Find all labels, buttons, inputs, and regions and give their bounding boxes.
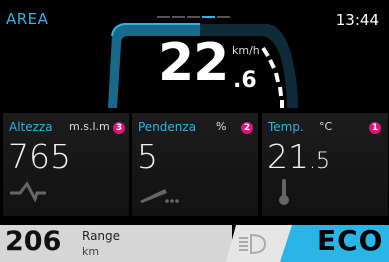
riding-mode[interactable]: ECO	[317, 227, 383, 255]
speed-unit: km/h	[232, 44, 260, 57]
temperature-value: 21.5	[267, 140, 330, 173]
altitude-badge: 3	[113, 122, 125, 134]
temperature-label: Temp.	[268, 120, 304, 134]
headlight-icon[interactable]	[237, 232, 269, 256]
speed-tick-marks	[261, 46, 284, 108]
slope-card[interactable]: Pendenza % 2 5	[132, 113, 258, 216]
slope-badge: 2	[241, 122, 253, 134]
temperature-badge: 1	[369, 122, 381, 134]
range-unit: km	[82, 245, 100, 258]
slope-icon	[140, 189, 179, 203]
range-label: Range	[82, 229, 121, 243]
altitude-label: Altezza	[9, 120, 53, 134]
altitude-unit: m.s.l.m	[69, 120, 110, 133]
altitude-value: 765	[8, 137, 71, 176]
speed-value: 22	[158, 33, 229, 93]
temperature-unit: °C	[319, 120, 333, 133]
temperature-value-int: 21	[267, 137, 309, 176]
slope-unit: %	[216, 120, 227, 133]
slope-label: Pendenza	[138, 120, 197, 134]
slope-value: 5	[137, 137, 158, 176]
temperature-card[interactable]: Temp. °C 1 21.5	[262, 113, 388, 216]
temperature-value-dec: .5	[309, 149, 330, 174]
range-value: 206	[5, 226, 62, 257]
thermometer-icon	[279, 179, 289, 205]
altitude-card[interactable]: Altezza m.s.l.m 3 765	[3, 113, 129, 216]
mountain-icon	[10, 181, 46, 203]
speed-decimal: .6	[233, 68, 257, 93]
